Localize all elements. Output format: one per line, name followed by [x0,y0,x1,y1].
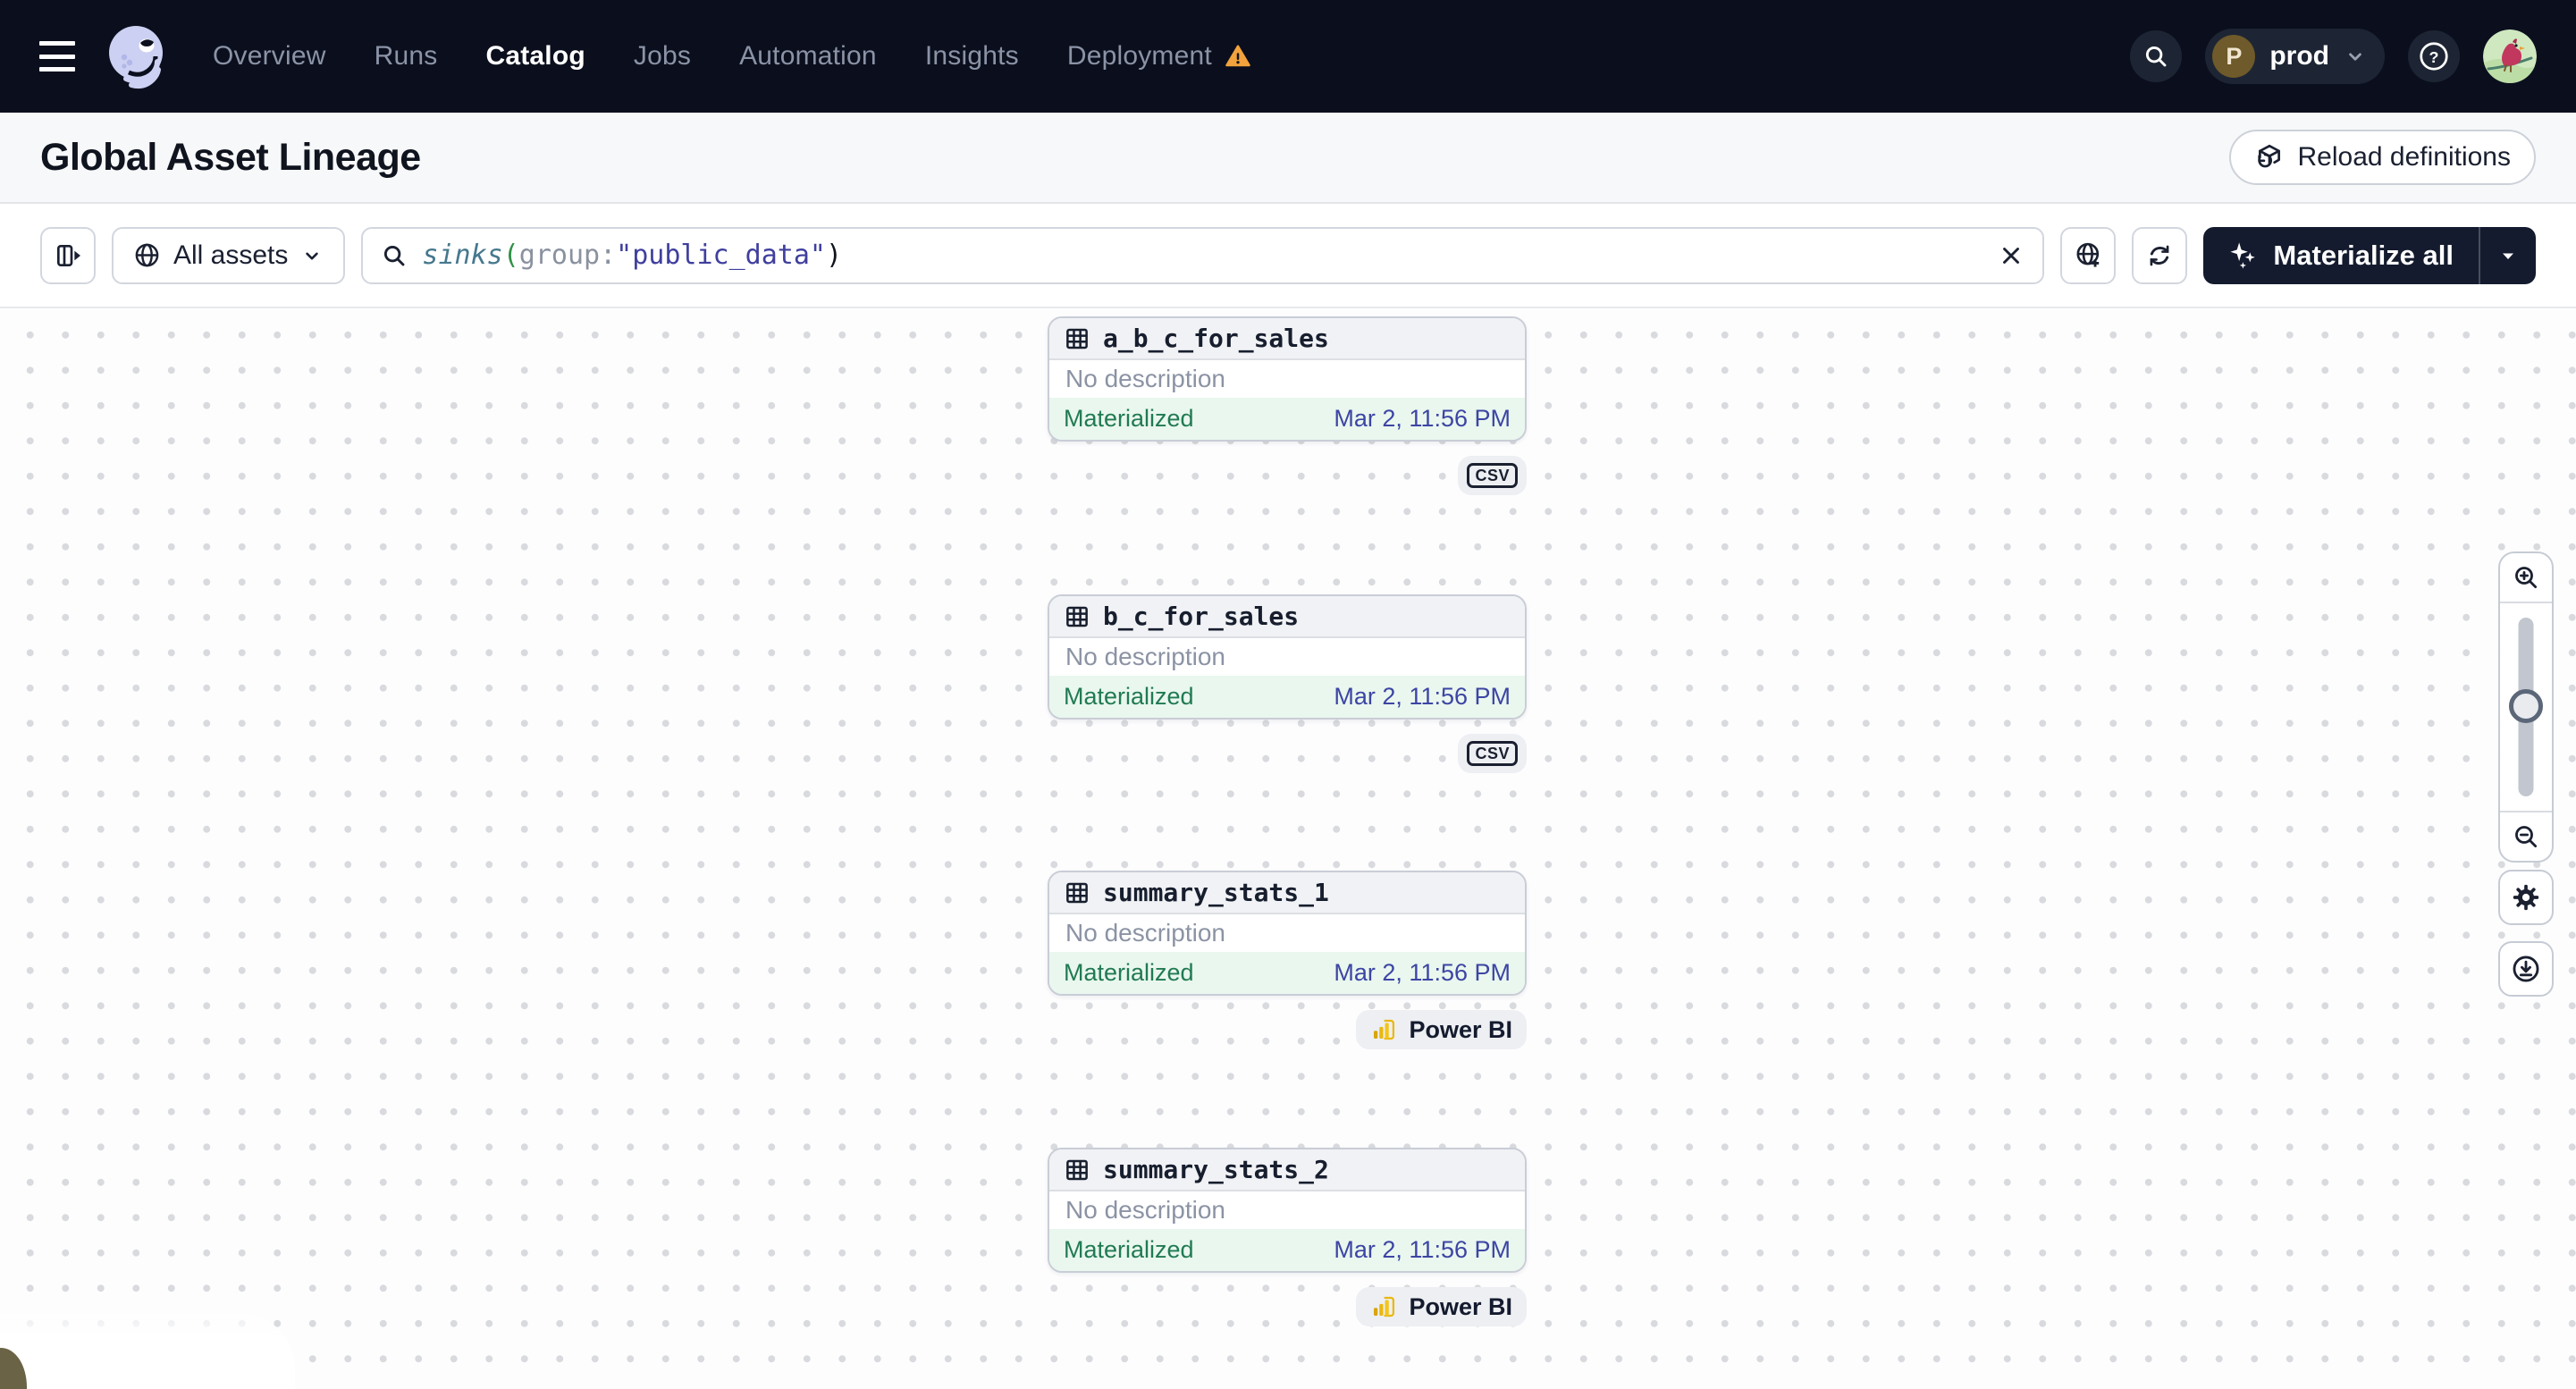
status-badge: Materialized [1064,1236,1194,1263]
table-icon [1064,325,1090,352]
nav-item-jobs[interactable]: Jobs [634,41,691,72]
materialization-timestamp[interactable]: Mar 2, 11:56 PM [1334,405,1511,433]
status-badge: Materialized [1064,405,1194,432]
status-badge: Materialized [1064,683,1194,710]
asset-node[interactable]: a_b_c_for_sales No description Materiali… [1048,316,1527,442]
search-query: sinks(group: "public_data") [422,240,843,271]
minimap-corner [0,1314,295,1389]
download-graph-button[interactable] [2498,941,2554,997]
environment-label: prod [2269,41,2329,71]
lineage-canvas[interactable]: a_b_c_for_sales No description Materiali… [0,310,2576,1389]
chevron-down-icon [300,244,324,267]
graph-settings-button[interactable] [2498,870,2554,925]
nav-item-insights[interactable]: Insights [925,41,1019,72]
dagster-logo-icon[interactable] [102,22,170,90]
reload-definitions-button[interactable]: Reload definitions [2228,130,2536,185]
download-icon [2511,954,2541,984]
materialize-all-button[interactable]: Materialize all [2203,227,2479,284]
table-icon [1064,603,1090,630]
asset-name: a_b_c_for_sales [1103,324,1329,353]
gear-icon [2511,882,2541,913]
asset-node-footer: Materialized Mar 2, 11:56 PM [1049,398,1525,440]
svg-text:?: ? [2429,48,2439,66]
asset-node-header: b_c_for_sales [1049,596,1525,638]
nav-item-overview[interactable]: Overview [213,41,326,72]
asset-name: summary_stats_1 [1103,878,1329,907]
nav-item-deployment[interactable]: Deployment [1067,41,1251,72]
kind-tag-csv[interactable]: CSV [1458,734,1527,773]
environment-avatar: P [2212,35,2256,78]
asset-description: No description [1065,1196,1225,1224]
nav-item-runs[interactable]: Runs [375,41,438,72]
asset-description: No description [1065,643,1225,670]
csv-icon: CSV [1467,740,1518,767]
asset-node-footer: Materialized Mar 2, 11:56 PM [1049,676,1525,718]
top-nav: Overview Runs Catalog Jobs Automation In… [0,0,2576,113]
lineage-toolbar: All assets sinks(group: "public_data") M… [0,204,2576,308]
sparkles-icon [2228,240,2259,271]
nav-right: P prod ? [2130,29,2537,84]
open-panel-button[interactable] [40,226,96,284]
asset-name: b_c_for_sales [1103,602,1300,631]
table-icon [1064,1157,1090,1183]
powerbi-icon [1370,1016,1397,1043]
page-header: Global Asset Lineage Reload definitions [0,113,2576,204]
powerbi-icon [1370,1293,1397,1320]
asset-node[interactable]: summary_stats_2 No description Materiali… [1048,1148,1527,1273]
clear-search-icon[interactable] [1998,242,2025,269]
asset-description: No description [1065,365,1225,392]
kind-tag-powerbi[interactable]: Power BI [1356,1010,1527,1049]
asset-name: summary_stats_2 [1103,1155,1329,1184]
asset-node-footer: Materialized Mar 2, 11:56 PM [1049,1229,1525,1271]
asset-node-header: summary_stats_1 [1049,872,1525,914]
kind-tag-label: Power BI [1409,1292,1512,1320]
kind-tag-powerbi[interactable]: Power BI [1356,1287,1527,1326]
asset-node-header: summary_stats_2 [1049,1149,1525,1191]
asset-node-header: a_b_c_for_sales [1049,318,1525,360]
asset-node-footer: Materialized Mar 2, 11:56 PM [1049,952,1525,994]
nav-item-automation[interactable]: Automation [739,41,877,72]
asset-search-input[interactable]: sinks(group: "public_data") [361,226,2045,284]
asset-node[interactable]: b_c_for_sales No description Materialize… [1048,594,1527,720]
asset-scope-selector[interactable]: All assets [112,226,346,284]
zoom-slider-handle[interactable] [2509,689,2543,723]
csv-icon: CSV [1467,462,1518,489]
nav-links: Overview Runs Catalog Jobs Automation In… [213,41,1251,72]
chevron-down-icon [2344,45,2367,68]
globe-icon [133,241,161,269]
kind-tag-label: Power BI [1409,1015,1512,1043]
kind-tag-csv[interactable]: CSV [1458,456,1527,495]
asset-node[interactable]: summary_stats_1 No description Materiali… [1048,871,1527,996]
materialization-timestamp[interactable]: Mar 2, 11:56 PM [1334,1236,1511,1264]
help-icon[interactable]: ? [2408,30,2460,82]
dagster-app: Overview Runs Catalog Jobs Automation In… [0,0,2576,1389]
zoom-in-button[interactable] [2500,553,2552,603]
status-badge: Materialized [1064,959,1194,986]
reload-cube-icon [2254,142,2285,173]
search-icon [381,242,408,269]
zoom-control-panel [2498,551,2554,863]
refresh-button[interactable] [2132,226,2188,284]
materialize-options-caret[interactable] [2480,227,2536,284]
nav-item-catalog[interactable]: Catalog [485,41,585,72]
zoom-out-button[interactable] [2500,811,2552,861]
zoom-slider[interactable] [2500,603,2552,811]
environment-switcher[interactable]: P prod [2205,29,2385,84]
materialization-timestamp[interactable]: Mar 2, 11:56 PM [1334,959,1511,987]
materialize-all-split-button: Materialize all [2203,226,2536,284]
search-icon[interactable] [2130,30,2183,82]
user-avatar[interactable] [2483,29,2537,83]
table-icon [1064,880,1090,906]
new-scope-globe-button[interactable] [2060,226,2117,284]
asset-description: No description [1065,919,1225,947]
warning-icon [1225,43,1251,70]
page-title: Global Asset Lineage [40,135,421,179]
materialization-timestamp[interactable]: Mar 2, 11:56 PM [1334,683,1511,711]
menu-icon[interactable] [39,41,75,72]
